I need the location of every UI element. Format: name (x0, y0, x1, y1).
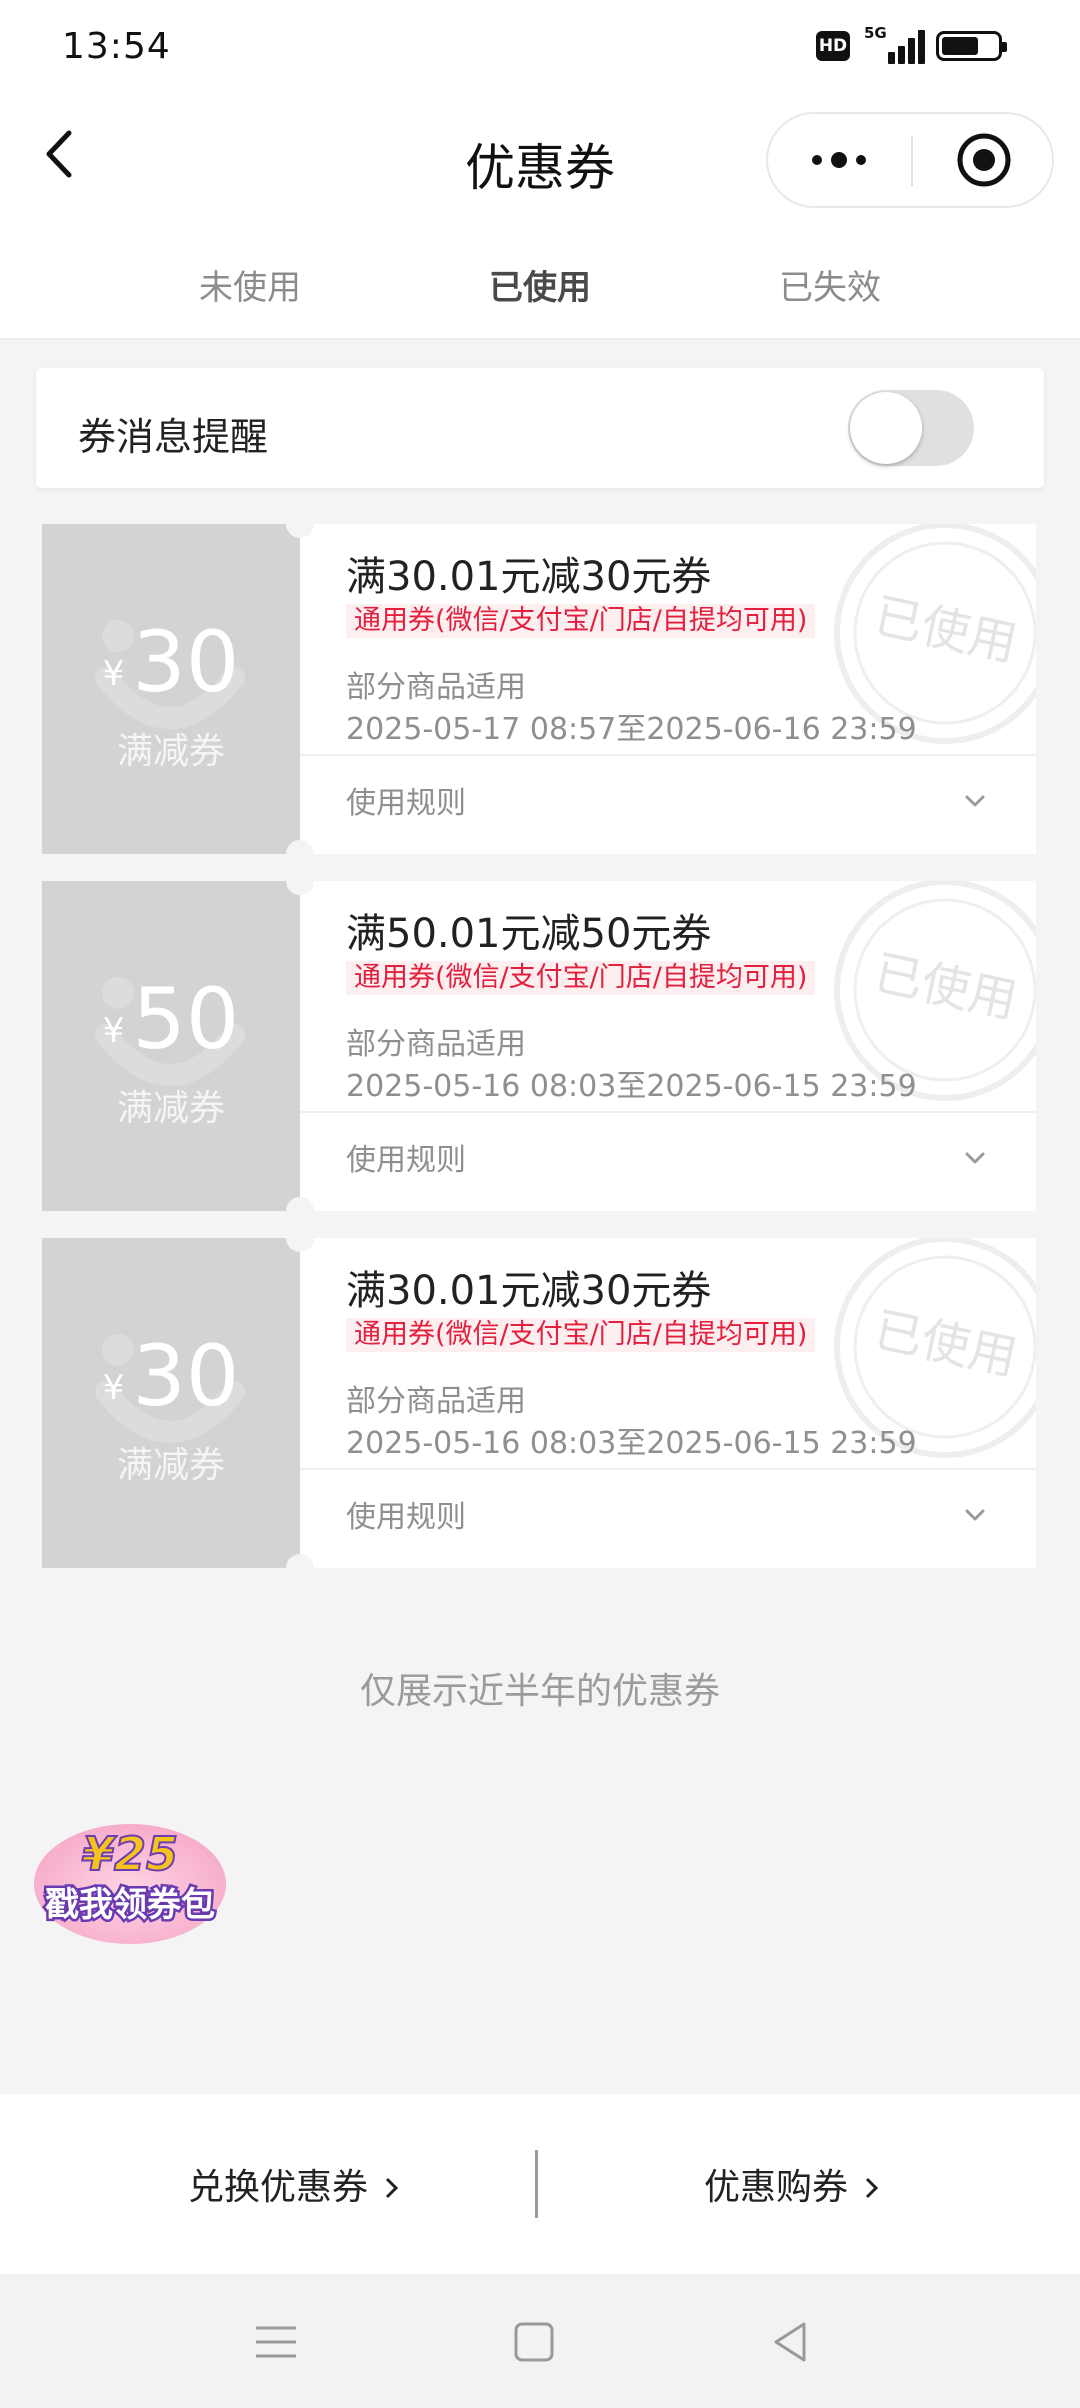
hd-icon: HD (816, 31, 850, 61)
coupon-type: 满减券 (116, 1445, 225, 1486)
usage-rules-link[interactable]: 使用规则 (346, 1492, 466, 1536)
coupon-detail-panel: 已使用 满50.01元减50元券 通用券(微信/支付宝/门店/自提均可用) 部分… (300, 881, 1036, 1211)
mini-program-capsule (766, 112, 1054, 208)
more-dots-icon (812, 152, 866, 168)
promo-label: 戳我领券包 (45, 1885, 215, 1925)
used-stamp-text: 已使用 (869, 1302, 1022, 1387)
chevron-right-icon (866, 2177, 879, 2199)
status-icons: HD 5G (816, 24, 1007, 64)
bottom-divider (535, 2150, 538, 2218)
coupon-detail-panel: 已使用 满30.01元减30元券 通用券(微信/支付宝/门店/自提均可用) 部分… (300, 524, 1036, 854)
coupon-card: ¥50 满减券 已使用 满50.01元减50元券 通用券(微信/支付宝/门店/自… (42, 867, 1036, 1225)
coupon-tag: 通用券(微信/支付宝/门店/自提均可用) (346, 1318, 816, 1352)
promo-amount: ¥25 (82, 1827, 178, 1881)
status-time: 13:54 (62, 26, 171, 67)
coupon-amount: ¥30 (42, 1334, 300, 1418)
chevron-down-icon[interactable] (960, 786, 990, 816)
close-mini-program-button[interactable] (914, 114, 1054, 206)
system-navigation-bar (0, 2274, 1080, 2408)
coupon-amount: ¥50 (42, 977, 300, 1061)
usage-rules-link[interactable]: 使用规则 (346, 778, 466, 822)
coupon-notch (286, 1197, 314, 1225)
currency-symbol: ¥ (102, 654, 125, 694)
coupon-scope: 部分商品适用 (346, 1027, 526, 1062)
currency-symbol: ¥ (102, 1368, 125, 1408)
more-button[interactable] (768, 114, 910, 206)
menu-icon[interactable] (250, 2316, 302, 2368)
amount-value: 30 (132, 1327, 240, 1425)
coupon-notch (286, 840, 314, 868)
buy-coupon-button[interactable]: 优惠购券 (704, 2158, 881, 2210)
capsule-divider (911, 136, 913, 186)
coupon-reminder-card: 券消息提醒 (36, 368, 1044, 488)
coupon-notch (286, 1554, 314, 1582)
used-stamp-text: 已使用 (869, 945, 1022, 1030)
coupon-divider (300, 754, 1036, 756)
coupon-tag: 通用券(微信/支付宝/门店/自提均可用) (346, 604, 816, 638)
coupon-notch (286, 510, 314, 538)
coupon-value-panel: ¥50 满减券 (42, 881, 300, 1211)
cellular-signal-icon: 5G (864, 24, 925, 64)
coupon-pack-promo-badge[interactable]: ¥25 戳我领券包 (30, 1812, 230, 1948)
coupon-type: 满减券 (116, 731, 225, 772)
coupon-tag: 通用券(微信/支付宝/门店/自提均可用) (346, 961, 816, 995)
redeem-coupon-label: 兑换优惠券 (188, 2167, 369, 2208)
bottom-action-bar: 兑换优惠券 优惠购券 (0, 2094, 1080, 2274)
nav-bar: 优惠券 (0, 96, 1080, 230)
coupon-card: ¥30 满减券 已使用 满30.01元减30元券 通用券(微信/支付宝/门店/自… (42, 510, 1036, 868)
coupon-value-panel: ¥30 满减券 (42, 524, 300, 854)
buy-coupon-label: 优惠购券 (704, 2167, 849, 2208)
coupon-type: 满减券 (116, 1088, 225, 1129)
status-bar: 13:54 HD 5G (0, 0, 1080, 96)
tab-used[interactable]: 已使用 (440, 260, 640, 309)
used-stamp-text: 已使用 (869, 588, 1022, 673)
toggle-knob (850, 392, 922, 464)
coupon-title: 满50.01元减50元券 (346, 911, 712, 957)
coupon-title: 满30.01元减30元券 (346, 554, 712, 600)
coupon-notch (286, 867, 314, 895)
network-type-label: 5G (864, 24, 887, 42)
coupon-scope: 部分商品适用 (346, 670, 526, 705)
reminder-label: 券消息提醒 (78, 415, 269, 459)
chevron-down-icon[interactable] (960, 1143, 990, 1173)
chevron-down-icon[interactable] (960, 1500, 990, 1530)
currency-symbol: ¥ (102, 1011, 125, 1051)
coupon-amount: ¥30 (42, 620, 300, 704)
coupon-status-tabs: 未使用 已使用 已失效 (0, 230, 1080, 340)
coupon-notch (286, 1224, 314, 1252)
amount-value: 30 (132, 613, 240, 711)
coupon-value-panel: ¥30 满减券 (42, 1238, 300, 1568)
coupon-detail-panel: 已使用 满30.01元减30元券 通用券(微信/支付宝/门店/自提均可用) 部分… (300, 1238, 1036, 1568)
reminder-toggle[interactable] (848, 390, 974, 466)
back-triangle-icon[interactable] (766, 2316, 818, 2368)
coupon-validity: 2025-05-16 08:03至2025-06-15 23:59 (346, 1069, 917, 1104)
target-close-icon (957, 133, 1011, 187)
tab-expired[interactable]: 已失效 (730, 260, 930, 309)
coupon-card: ¥30 满减券 已使用 满30.01元减30元券 通用券(微信/支付宝/门店/自… (42, 1224, 1036, 1582)
footer-note: 仅展示近半年的优惠券 (359, 1671, 720, 1712)
coupon-scope: 部分商品适用 (346, 1384, 526, 1419)
amount-value: 50 (132, 970, 240, 1068)
coupon-divider (300, 1111, 1036, 1113)
battery-icon (936, 31, 1007, 61)
usage-rules-link[interactable]: 使用规则 (346, 1135, 466, 1179)
chevron-right-icon (386, 2177, 399, 2199)
coupon-validity: 2025-05-16 08:03至2025-06-15 23:59 (346, 1426, 917, 1461)
coupon-divider (300, 1468, 1036, 1470)
home-icon[interactable] (508, 2316, 560, 2368)
tab-unused[interactable]: 未使用 (150, 260, 350, 309)
coupon-title: 满30.01元减30元券 (346, 1268, 712, 1314)
coupon-validity: 2025-05-17 08:57至2025-06-16 23:59 (346, 712, 917, 747)
redeem-coupon-button[interactable]: 兑换优惠券 (188, 2158, 401, 2210)
